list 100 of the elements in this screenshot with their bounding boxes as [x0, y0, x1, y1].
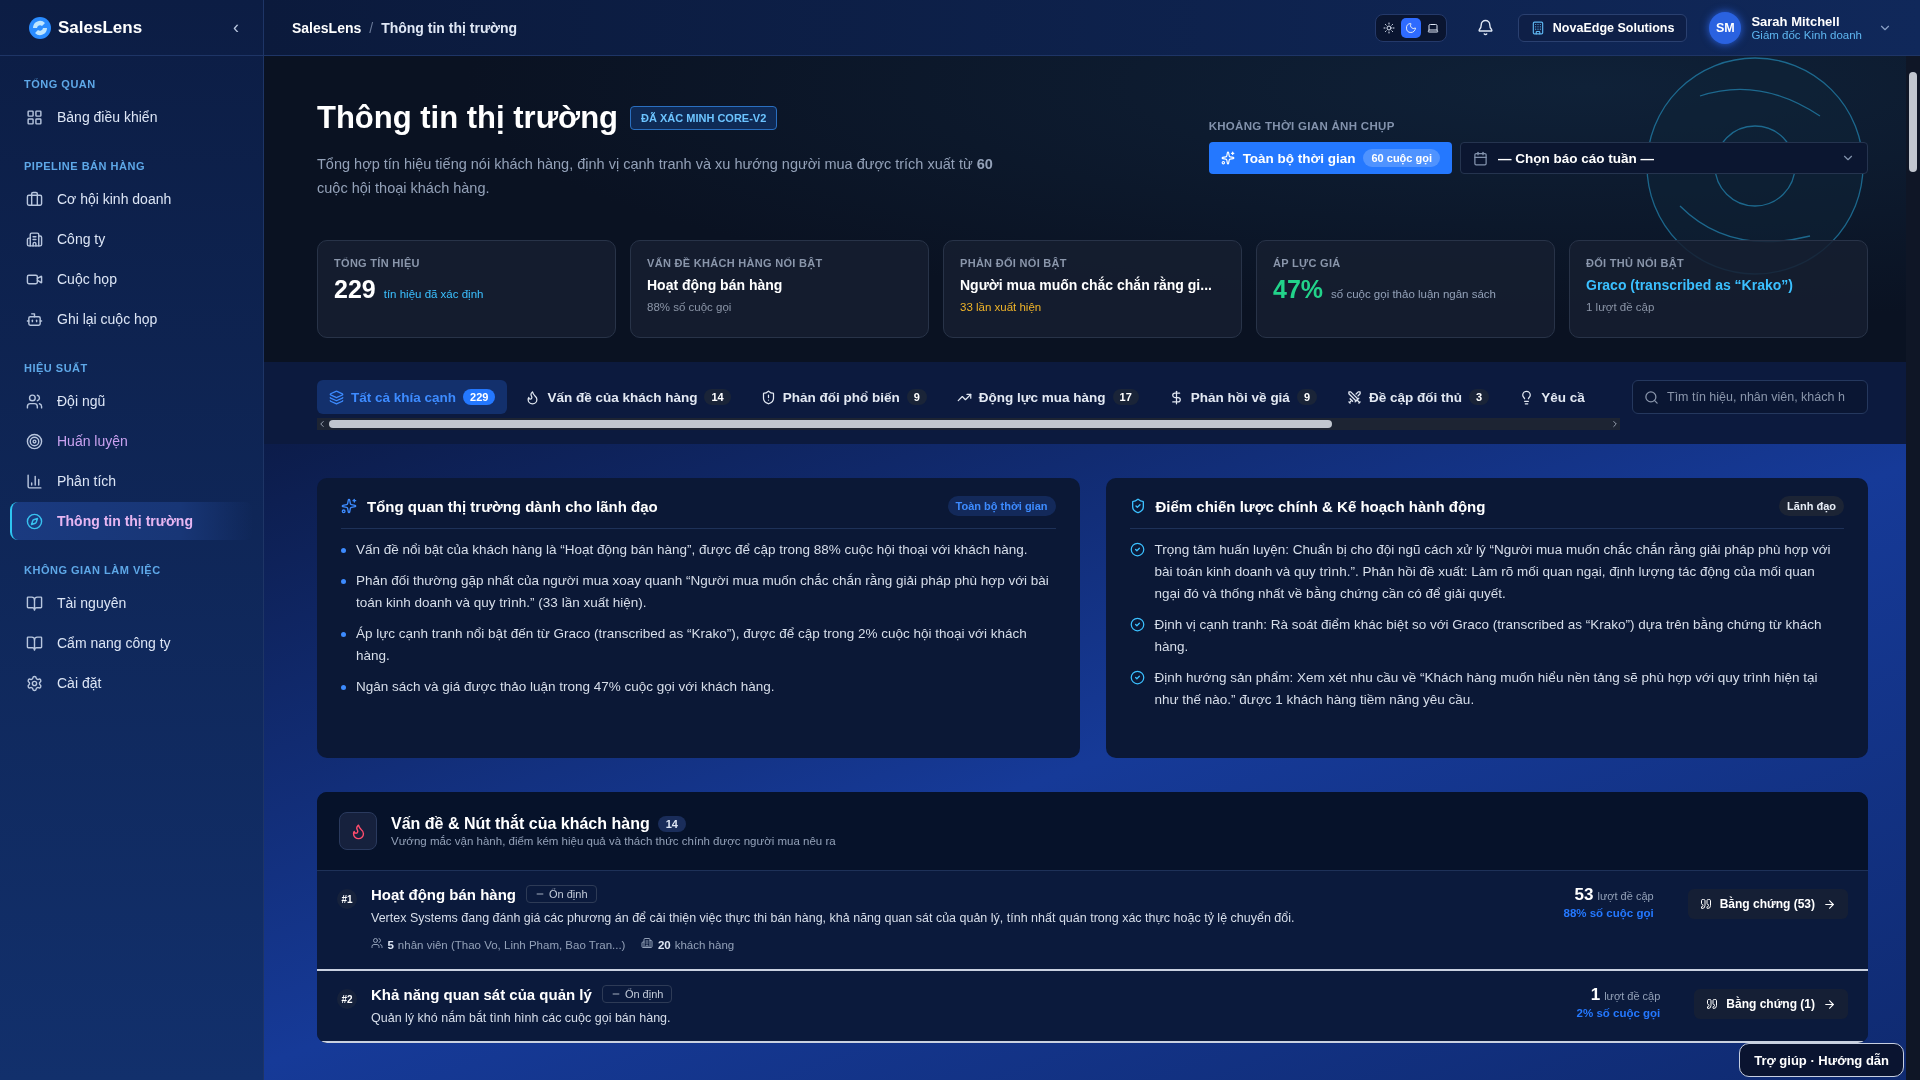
users-icon [26, 392, 43, 410]
evidence-button[interactable]: Bằng chứng (53) [1687, 889, 1848, 919]
issue-count: 14 [657, 816, 686, 832]
scroll-right-icon[interactable] [1610, 419, 1620, 429]
bell-icon [1476, 19, 1494, 36]
arrow-right-icon [1823, 897, 1836, 911]
book-icon [26, 594, 43, 612]
nav-item[interactable]: Cài đặt [10, 664, 253, 702]
section-title: HIỆU SUẤT [23, 362, 89, 374]
sparkles-icon [1220, 151, 1235, 165]
filter-tab[interactable]: Động lực mua hàng 17 [944, 380, 1151, 414]
collapse-button[interactable]: ‹ [233, 17, 239, 38]
strategy-text: Định hướng sản phẩm: Xem xét nhu cầu về “Khách hàng muốn hiểu nền tảng sẽ phù hợp với quy trình hiện tại như thế nào.” được 1 khách hàng tiềm năng yêu cầu. [1154, 669, 1819, 709]
week-report-select[interactable]: — Chọn báo cáo tuần — [1460, 142, 1868, 174]
nav-item[interactable]: Bảng điều khiển [10, 98, 253, 136]
calendar-icon [1473, 150, 1488, 166]
layers-icon [329, 389, 344, 405]
filter-tab[interactable]: Đề cập đối thủ 3 [1335, 380, 1502, 414]
target-icon [26, 432, 43, 450]
strategy-text: Định vị cạnh tranh: Rà soát điểm khác biệt so với Graco (transcribed as “Krako”) dựa trên bằng chứng từ khách hàng. [1154, 616, 1823, 656]
nav-item[interactable]: Cẩm nang công ty [10, 624, 253, 662]
status-tag: Ổn định [526, 885, 597, 903]
dashboard-icon [26, 108, 43, 126]
stat-caption: số cuộc gọi thảo luận ngân sách [1331, 288, 1496, 300]
panel-title: Tổng quan thị trường dành cho lãnh đạo [367, 497, 659, 515]
nav-item[interactable]: Tài nguyên [10, 584, 253, 622]
filter-tab[interactable]: Yêu cầ [1507, 380, 1597, 414]
page-description: Tổng hợp tín hiệu tiếng nói khách hàng, định vị cạnh tranh và xu hướng người mua được trích xuất từ 60 cuộc hội thoại khách hàng. [317, 155, 994, 198]
settings-icon [26, 674, 43, 692]
swords-icon [1347, 389, 1362, 405]
sun-icon [1382, 21, 1395, 34]
issue-description: Quản lý khó nắm bắt tình hình các cuộc gọi bán hàng. [371, 1011, 672, 1025]
filter-tab[interactable]: Phản đối phổ biến 9 [748, 380, 939, 414]
staff-info: 5 nhân viên (Thao Vo, Linh Pham, Bao Tran...) [387, 939, 626, 951]
section-title: KHÔNG GIAN LÀM VIỆC [23, 564, 162, 576]
nav-item[interactable]: Công ty [10, 220, 253, 258]
stat-label: PHẢN ĐỐI NỔI BẬT [960, 257, 1068, 269]
help-button[interactable]: Trợ giúp · Hướng dẫn [1739, 1043, 1904, 1077]
building-icon [641, 937, 654, 949]
nav-item[interactable]: Cơ hội kinh doanh [10, 180, 253, 218]
stat-label: VẤN ĐỀ KHÁCH HÀNG NỔI BẬT [647, 257, 824, 269]
overview-text: Phản đối thường gặp nhất của người mua xoay quanh “Người mua muốn chắc chắn rằng giải pháp phù hợp với bài toán kinh doanh và quy trình.” (33 lần xuất hiện). [356, 572, 1050, 612]
check-circle-icon [1129, 617, 1145, 632]
check-circle-icon [1129, 670, 1145, 685]
all-time-button[interactable]: Toàn bộ thời gian 60 cuộc gọi [1208, 142, 1452, 174]
brand-name: SalesLens [58, 17, 143, 38]
section-heading: Vấn đề & Nút thắt của khách hàng [391, 815, 650, 833]
breadcrumb-link[interactable]: SalesLens [292, 19, 362, 36]
horizontal-scrollbar[interactable] [317, 418, 1620, 430]
bullet-icon [341, 548, 346, 553]
company-button[interactable]: NovaEdge Solutions [1517, 13, 1688, 42]
section-title: PIPELINE BÁN HÀNG [23, 160, 146, 172]
filter-tab[interactable]: Tất cả khía cạnh 229 [317, 380, 508, 414]
search-icon [1644, 390, 1659, 405]
evidence-button[interactable]: Bằng chứng (1) [1694, 989, 1848, 1019]
section-subtitle: Vướng mắc vận hành, điểm kém hiệu quả và thách thức chính được người mua nêu ra [391, 835, 836, 847]
breadcrumb-separator: / [369, 19, 374, 36]
filter-tab[interactable]: Phản hồi về giá 9 [1156, 380, 1329, 414]
mention-label: lượt đề cập [1597, 890, 1654, 902]
search-field[interactable]: Tìm tín hiệu, nhân viên, khách h [1632, 380, 1868, 414]
nav-item[interactable]: Phân tích [10, 462, 253, 500]
panel-tag: Lãnh đạo [1779, 496, 1844, 516]
rank-label: #2 [337, 989, 357, 1009]
stat-caption: 1 lượt đề cập [1586, 301, 1656, 313]
stat-label: ĐỐI THỦ NỔI BẬT [1586, 257, 1685, 269]
arrow-right-icon [1823, 997, 1836, 1011]
notifications-button[interactable] [1476, 19, 1494, 36]
scroll-left-icon[interactable] [317, 419, 327, 429]
nav-item[interactable]: Cuộc họp [10, 260, 253, 298]
compass-icon [26, 512, 43, 530]
issue-description: Vertex Systems đang đánh giá các phương án để cải thiện việc thực thi bán hàng, khả năng quan sát của quản lý, tính nhất quán trong xác thực hoặc tỷ lệ chuyển đổi. [371, 911, 1296, 925]
nav-item[interactable]: Đội ngũ [10, 382, 253, 420]
check-circle-icon [1129, 542, 1145, 557]
page-title: Thông tin thị trường [317, 100, 618, 136]
breadcrumb-link[interactable]: Thông tin thị trường [381, 19, 518, 36]
bar-chart-icon [26, 472, 43, 490]
stat-label: ÁP LỰC GIÁ [1273, 257, 1342, 269]
stat-value: Graco (transcribed as “Krako”) [1586, 277, 1794, 293]
bullet-icon [341, 685, 346, 690]
snapshot-label: KHOẢNG THỜI GIAN ẢNH CHỤP [1208, 120, 1396, 132]
nav-item[interactable]: Ghi lại cuộc họp [10, 300, 253, 338]
stat-caption: tín hiệu đã xác định [383, 288, 484, 300]
building-icon [1530, 20, 1545, 35]
filter-tab[interactable]: Vấn đề của khách hàng 14 [513, 380, 743, 414]
vertical-scrollbar[interactable] [1906, 56, 1920, 1080]
user-role: Giám đốc Kinh doanh [1751, 29, 1862, 41]
shield-icon [760, 389, 776, 405]
bullet-icon [341, 579, 346, 584]
stat-value: Hoạt động bán hàng [647, 277, 784, 293]
nav-item[interactable]: Huấn luyện [10, 422, 253, 460]
flame-icon [339, 812, 377, 850]
avatar[interactable]: SM [1709, 11, 1742, 44]
rank-label: #1 [337, 889, 357, 909]
stat-caption: 88% số cuộc gọi [647, 301, 733, 313]
customer-info: 20 khách hàng [657, 939, 735, 951]
section-title: TỔNG QUAN [23, 78, 97, 90]
issue-title: Khả năng quan sát của quản lý [371, 985, 592, 1003]
book-icon [26, 634, 43, 652]
theme-button[interactable] [1400, 17, 1421, 38]
stat-value: 229 [334, 275, 376, 304]
